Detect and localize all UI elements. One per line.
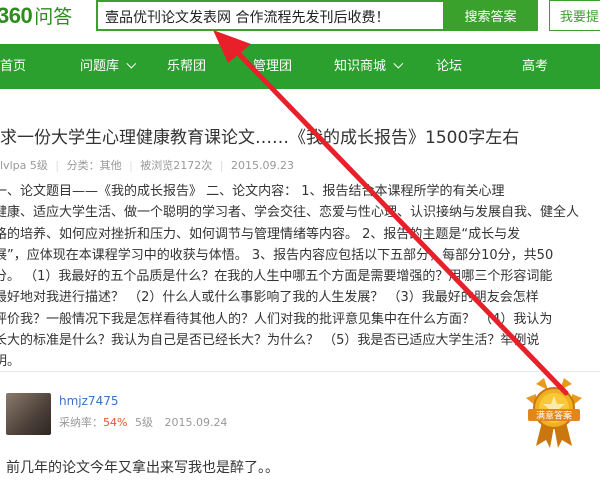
- nav-item-knowledge-store[interactable]: 知识商城: [334, 44, 404, 89]
- answer-text: 前几年的论文今年又拿出来写我也是醉了。。: [6, 460, 279, 476]
- search-answer-button[interactable]: 搜索答案: [443, 0, 538, 31]
- question-body-line: 健康、适应大学生活、做一个聪明的学习者、学会交往、恋爱与性心理、认识接纳与发展自…: [0, 205, 580, 221]
- nav-item-label: 问题库: [80, 59, 120, 74]
- question-body-line: 明。: [0, 354, 21, 370]
- main-nav: 首页 问题库 乐帮团 管理团 知识商城 论坛 高考: [0, 44, 600, 89]
- question-body: 一、论文题目——《我的成长报告》 二、论文内容： 1、报告结合本课程所学的有关心…: [0, 181, 584, 373]
- nav-item-helper-group[interactable]: 乐帮团: [167, 44, 206, 89]
- ask-question-button[interactable]: 我要提问: [549, 0, 600, 31]
- question-body-line: 格的培养、如何应对挫折和压力、如何调节与管理情绪等内容。 2、报告的主题是“成长…: [0, 226, 521, 242]
- question-meta: lvlpa 5级 | 分类：其他 | 被浏览2172次 | 2015.09.23: [0, 159, 294, 172]
- question-body-line: 分。 （1）我最好的五个品质是什么？在我的人生中哪五个方面是需要增强的？用哪三个…: [0, 269, 553, 285]
- chevron-down-icon: [126, 58, 137, 69]
- nav-item-home[interactable]: 首页: [0, 44, 26, 89]
- question-body-line: 一、论文题目——《我的成长报告》 二、论文内容： 1、报告结合本课程所学的有关心…: [0, 184, 505, 199]
- badge-text: 满意答案: [536, 410, 572, 422]
- nav-item-gaokao[interactable]: 高考: [522, 44, 548, 89]
- answer-rate-value: 54%: [103, 416, 128, 429]
- chevron-down-icon: [393, 58, 404, 69]
- question-title: 求一份大学生心理健康教育课论文……《我的成长报告》1500字左右: [0, 128, 520, 148]
- search-input-value: 壹品优刊论文发表网 合作流程先发刊后收费！: [105, 10, 390, 26]
- search-input[interactable]: 壹品优刊论文发表网 合作流程先发刊后收费！: [96, 0, 443, 31]
- question-body-line: 最好地对我进行描述？ （2）什么人或什么事影响了我的人生发展？ （3）我最好的朋…: [0, 290, 539, 306]
- answer-rate-label: 采纳率：: [59, 416, 103, 429]
- answerer-avatar[interactable]: [6, 393, 51, 435]
- answerer-level: 5级: [134, 416, 153, 429]
- nav-item-admin-group[interactable]: 管理团: [253, 44, 292, 89]
- question-body-line: 评价我？一般情况下我是怎样看待其他人的？人们对我的批评意见集中在什么方面？ （4…: [0, 311, 553, 327]
- top-header: 360 问答 壹品优刊论文发表网 合作流程先发刊后收费！ 搜索答案 我要提问: [0, 0, 600, 33]
- nav-item-label: 知识商城: [334, 59, 387, 74]
- answer-date: 2015.09.24: [164, 416, 228, 429]
- logo-text: 问答: [34, 6, 73, 28]
- nav-item-forum[interactable]: 论坛: [436, 44, 462, 89]
- question-category[interactable]: 分类：其他: [67, 159, 122, 172]
- logo-number: 360: [0, 3, 33, 28]
- question-date: 2015.09.23: [231, 159, 294, 172]
- nav-item-question-library[interactable]: 问题库: [80, 44, 137, 89]
- answer-meta: 采纳率：54% 5级 2015.09.24: [59, 414, 227, 430]
- answerer-name[interactable]: hmjz7475: [59, 394, 118, 408]
- question-author-level: 5级: [29, 159, 48, 172]
- site-logo[interactable]: 360 问答: [0, 2, 72, 28]
- satisfied-answer-medal-icon: 满意答案: [526, 378, 582, 448]
- question-views: 被浏览2172次: [140, 159, 213, 172]
- question-body-line: 长大的标准是什么？我认为自己是否已经长大？为什么？ （5）我是否已适应大学生活？…: [0, 333, 540, 349]
- question-author[interactable]: lvlpa: [0, 159, 26, 172]
- question-body-line: 展”，应体现在本课程学习中的收获与体悟。 3、报告内容应包括以下五部分，每部分1…: [0, 247, 554, 263]
- section-divider: [0, 371, 600, 372]
